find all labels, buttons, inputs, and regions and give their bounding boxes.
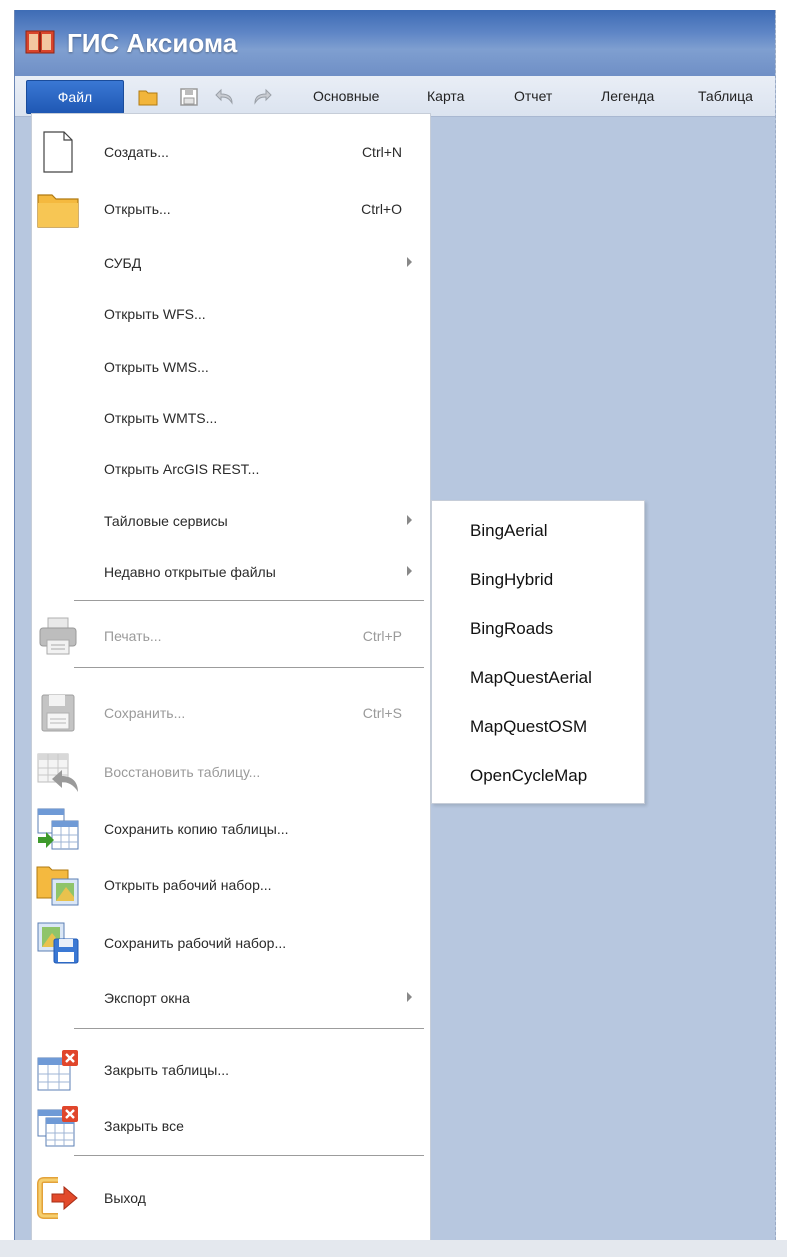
menu-separator: [74, 1155, 424, 1156]
menu-item-open-wmts[interactable]: Открыть WMTS...: [32, 391, 430, 445]
tab-map[interactable]: Карта: [427, 88, 464, 104]
menu-item-open-wfs[interactable]: Открыть WFS...: [32, 287, 430, 341]
menu-item-label: Выход: [104, 1190, 146, 1206]
submenu-item-label: OpenCycleMap: [470, 766, 588, 785]
close-all-icon: [37, 1106, 78, 1147]
menu-item-create[interactable]: Создать... Ctrl+N: [32, 125, 430, 179]
submenu-arrow-icon: [407, 566, 412, 576]
menu-separator: [74, 1028, 424, 1029]
shortcut-label: Ctrl+S: [362, 705, 402, 721]
menu-item-open-arcgis-rest[interactable]: Открыть ArcGIS REST...: [32, 442, 430, 496]
app-logo-icon: [25, 30, 55, 54]
menu-item-label: Открыть WMTS...: [104, 410, 218, 426]
menu-item-exit[interactable]: Выход: [32, 1171, 430, 1225]
submenu-item-label: BingAerial: [470, 521, 548, 540]
restore-table-icon: [37, 753, 78, 792]
submenu-item-mapquest-osm[interactable]: MapQuestOSM: [432, 704, 644, 750]
menu-item-dbms[interactable]: СУБД: [32, 236, 430, 290]
menu-item-recent-files[interactable]: Недавно открытые файлы: [32, 545, 430, 599]
printer-icon: [39, 617, 77, 655]
submenu-item-bing-aerial[interactable]: BingAerial: [432, 508, 644, 554]
file-menu: Создать... Ctrl+N Открыть... Ctrl+O СУБД…: [31, 113, 431, 1250]
tab-legend[interactable]: Легенда: [601, 88, 654, 104]
submenu-item-bing-roads[interactable]: BingRoads: [432, 606, 644, 652]
menu-item-label: Создать...: [104, 144, 169, 160]
menu-item-label: Печать...: [104, 628, 162, 644]
menu-item-label: Сохранить копию таблицы...: [104, 821, 289, 837]
shortcut-label: Ctrl+P: [362, 628, 402, 644]
ribbon-bar: Файл Основные Карта Отчет Легенда Таблиц…: [15, 76, 775, 117]
submenu-item-mapquest-aerial[interactable]: MapQuestAerial: [432, 655, 644, 701]
window-bottom-edge: [0, 1240, 787, 1257]
menu-item-label: Открыть WMS...: [104, 359, 209, 375]
menu-item-label: Сохранить рабочий набор...: [104, 935, 287, 951]
submenu-item-bing-hybrid[interactable]: BingHybrid: [432, 557, 644, 603]
menu-item-save-table-copy[interactable]: Сохранить копию таблицы...: [32, 802, 430, 856]
menu-item-label: Восстановить таблицу...: [104, 764, 261, 780]
open-workspace-icon: [36, 866, 79, 906]
menu-separator: [74, 667, 424, 668]
tile-services-submenu: BingAerial BingHybrid BingRoads MapQuest…: [431, 500, 645, 804]
submenu-item-label: MapQuestAerial: [470, 668, 592, 687]
exit-icon: [37, 1177, 78, 1219]
save-table-copy-icon: [37, 808, 79, 850]
menu-item-label: Экспорт окна: [104, 990, 190, 1006]
menu-item-label: Открыть...: [104, 201, 171, 217]
window-title: ГИС Аксиома: [67, 28, 238, 58]
save-icon: [41, 694, 75, 732]
save-workspace-icon: [37, 922, 79, 964]
tab-main[interactable]: Основные: [313, 88, 379, 104]
menu-item-label: Открыть рабочий набор...: [104, 877, 272, 893]
redo-icon[interactable]: [251, 86, 273, 108]
title-bar: ГИС Аксиома: [15, 10, 775, 76]
menu-item-save[interactable]: Сохранить... Ctrl+S: [32, 686, 430, 740]
submenu-item-opencyclemap[interactable]: OpenCycleMap: [432, 753, 644, 799]
tab-file[interactable]: Файл: [26, 80, 124, 114]
submenu-item-label: BingHybrid: [470, 570, 554, 589]
submenu-arrow-icon: [407, 515, 412, 525]
menu-item-restore-table[interactable]: Восстановить таблицу...: [32, 745, 430, 799]
menu-item-label: Тайловые сервисы: [104, 513, 228, 529]
menu-item-close-all[interactable]: Закрыть все: [32, 1099, 430, 1153]
menu-item-open[interactable]: Открыть... Ctrl+O: [32, 182, 430, 236]
menu-item-label: Закрыть все: [104, 1118, 184, 1134]
menu-separator: [74, 600, 424, 601]
open-folder-icon: [37, 194, 79, 228]
menu-item-save-workspace[interactable]: Сохранить рабочий набор...: [32, 916, 430, 970]
open-folder-icon[interactable]: [137, 86, 159, 108]
menu-item-open-workspace[interactable]: Открыть рабочий набор...: [32, 858, 430, 912]
submenu-arrow-icon: [407, 257, 412, 267]
undo-icon[interactable]: [214, 86, 236, 108]
menu-item-open-wms[interactable]: Открыть WMS...: [32, 340, 430, 394]
menu-item-label: Закрыть таблицы...: [104, 1062, 229, 1078]
menu-item-print[interactable]: Печать... Ctrl+P: [32, 609, 430, 663]
save-icon[interactable]: [178, 86, 200, 108]
menu-item-label: СУБД: [104, 255, 142, 271]
submenu-item-label: BingRoads: [470, 619, 554, 638]
new-document-icon: [43, 131, 73, 173]
close-tables-icon: [37, 1050, 78, 1091]
shortcut-label: Ctrl+N: [361, 144, 402, 160]
menu-item-label: Сохранить...: [104, 705, 186, 721]
menu-item-label: Открыть ArcGIS REST...: [104, 461, 260, 477]
tab-report[interactable]: Отчет: [514, 88, 552, 104]
menu-item-label: Недавно открытые файлы: [104, 564, 276, 580]
menu-item-close-tables[interactable]: Закрыть таблицы...: [32, 1043, 430, 1097]
shortcut-label: Ctrl+O: [361, 201, 402, 217]
menu-item-label: Открыть WFS...: [104, 306, 206, 322]
submenu-arrow-icon: [407, 992, 412, 1002]
menu-item-export-window[interactable]: Экспорт окна: [32, 971, 430, 1025]
tab-table[interactable]: Таблица: [698, 88, 753, 104]
submenu-item-label: MapQuestOSM: [470, 717, 588, 736]
menu-item-tile-services[interactable]: Тайловые сервисы: [32, 494, 430, 548]
